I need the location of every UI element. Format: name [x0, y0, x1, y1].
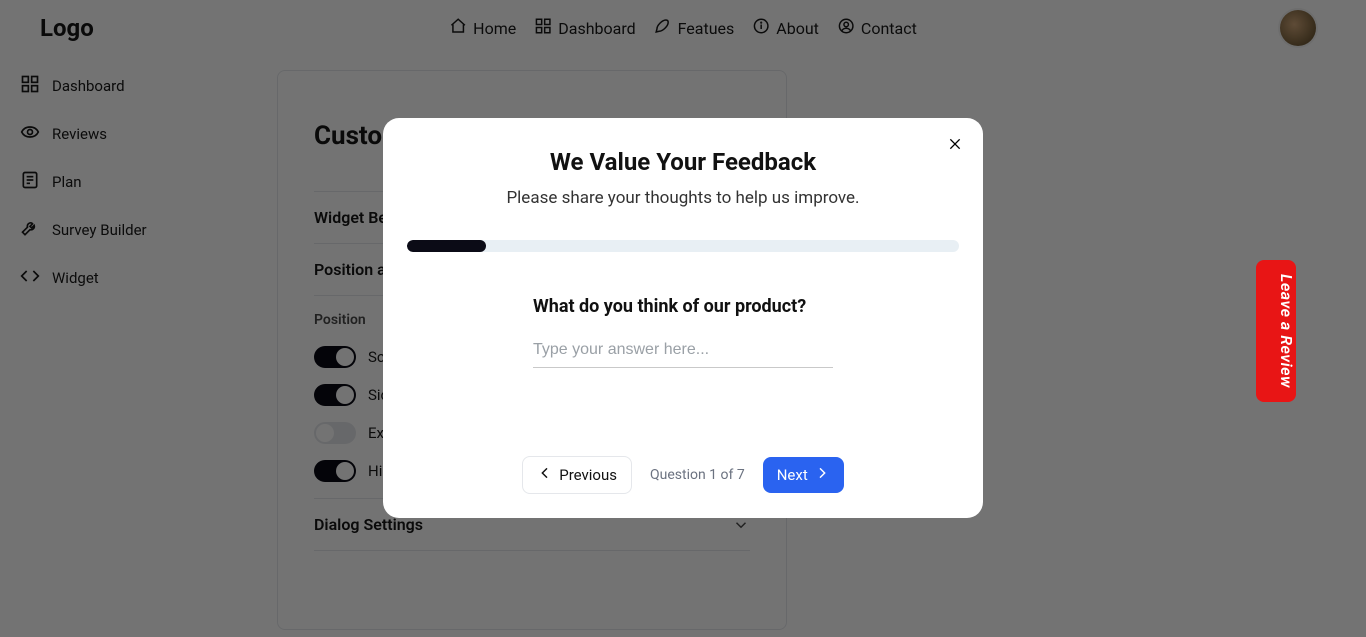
- question-text: What do you think of our product?: [533, 296, 833, 317]
- close-button[interactable]: [943, 134, 967, 158]
- question-block: What do you think of our product?: [383, 252, 983, 368]
- dialog-title: We Value Your Feedback: [423, 148, 943, 176]
- answer-input[interactable]: [533, 335, 833, 368]
- button-label: Next: [777, 466, 808, 484]
- progress-fill: [407, 240, 486, 252]
- feedback-dialog: We Value Your Feedback Please share your…: [383, 118, 983, 518]
- progress-bar: [407, 240, 959, 252]
- dialog-header: We Value Your Feedback Please share your…: [383, 118, 983, 220]
- previous-button[interactable]: Previous: [522, 456, 632, 494]
- side-tab-label: Leave a Review: [1277, 274, 1296, 388]
- next-button[interactable]: Next: [763, 457, 844, 493]
- dialog-footer: Previous Question 1 of 7 Next: [383, 456, 983, 494]
- close-icon: [947, 136, 963, 156]
- leave-review-tab[interactable]: Leave a Review: [1256, 260, 1296, 402]
- question-counter: Question 1 of 7: [650, 467, 745, 483]
- dialog-subtitle: Please share your thoughts to help us im…: [423, 188, 943, 208]
- chevron-left-icon: [537, 465, 553, 485]
- button-label: Previous: [559, 466, 617, 484]
- chevron-right-icon: [814, 465, 830, 485]
